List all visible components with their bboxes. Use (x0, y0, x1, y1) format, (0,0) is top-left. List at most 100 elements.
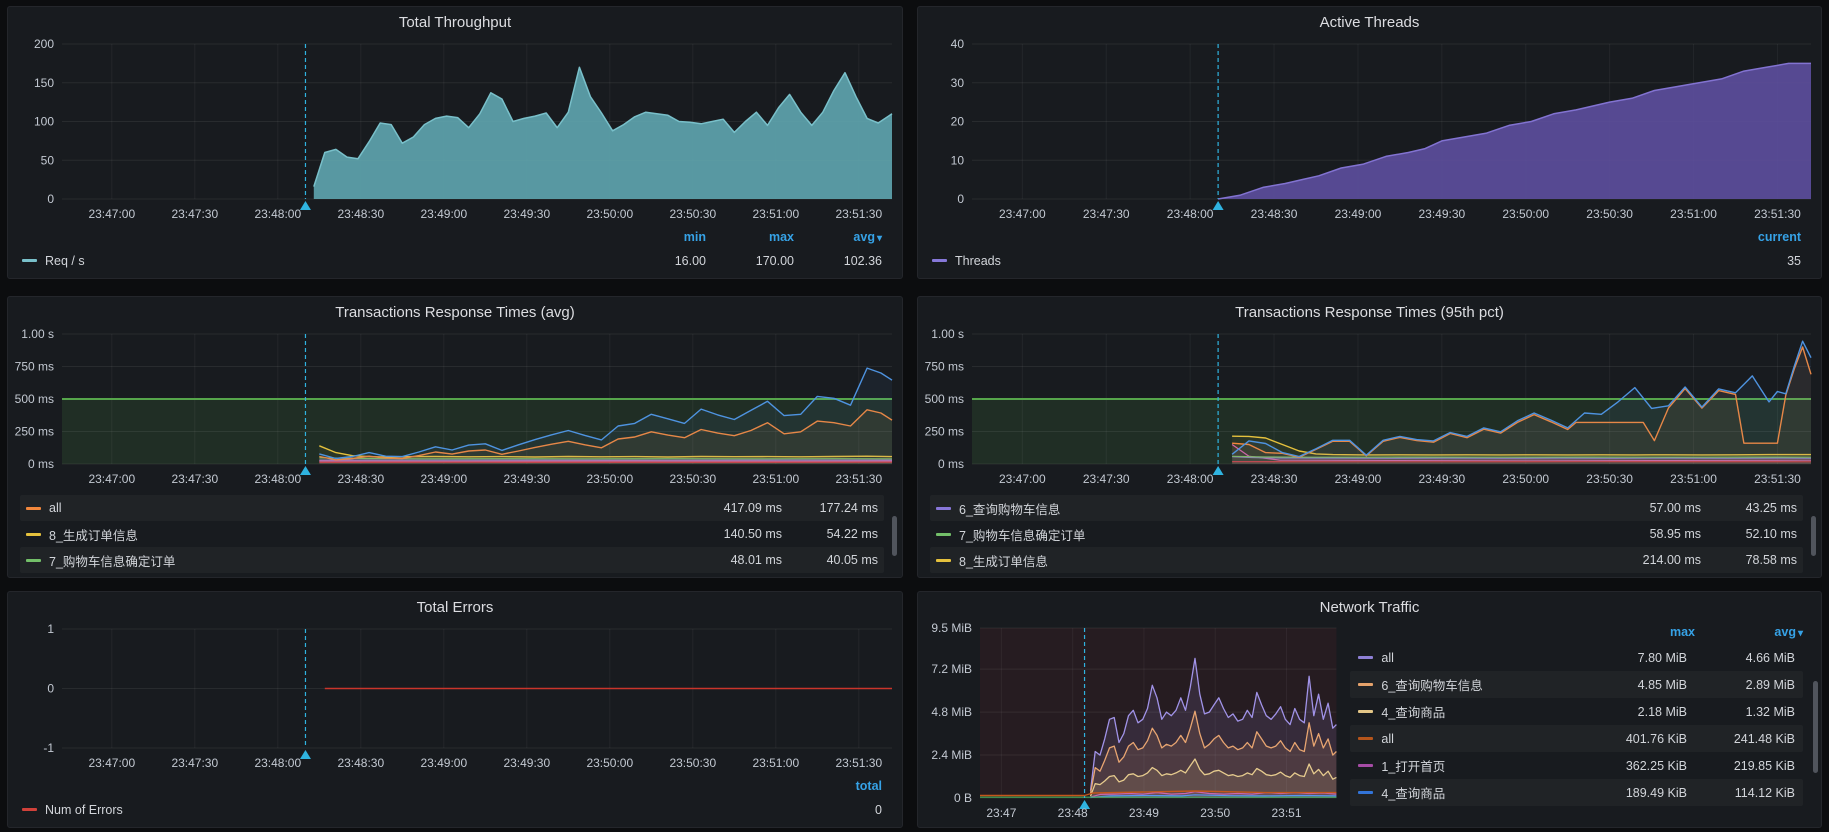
legend-item-label[interactable]: 4_查询商品 (1381, 702, 1445, 721)
x-axis-label: 23:51:30 (835, 472, 882, 486)
legend-item-label[interactable]: 6_查询购物车信息 (959, 499, 1060, 518)
panel-title[interactable]: Total Errors (8, 596, 902, 620)
active-threads-chart[interactable]: 01020304023:47:0023:47:3023:48:0023:48:3… (918, 35, 1821, 227)
y-axis-label: 0 (957, 192, 964, 206)
annotation-marker-icon[interactable] (300, 750, 311, 759)
legend-values: 2.18 MiB1.32 MiB (1579, 705, 1795, 719)
total-errors-chart[interactable]: -10123:47:0023:47:3023:48:0023:48:3023:4… (8, 620, 902, 776)
x-axis-label: 23:48:00 (254, 472, 301, 486)
legend-values: 401.76 KiB241.48 KiB (1579, 732, 1795, 746)
legend-value: 43.25 ms (1701, 501, 1797, 515)
legend-item-label[interactable]: 7_购物车信息确定订单 (49, 551, 175, 570)
x-axis-label: 23:51:30 (835, 207, 882, 221)
legend-value: 362.25 KiB (1579, 759, 1687, 773)
legend-item[interactable]: all 401.76 KiB241.48 KiB (1350, 725, 1803, 752)
legend-item-label[interactable]: 8_生成订单信息 (49, 525, 138, 544)
legend-item[interactable]: 4_查询商品189.49 KiB114.12 KiB (1350, 779, 1803, 806)
x-axis-label: 23:51:00 (752, 756, 799, 770)
annotation-marker-icon[interactable] (1213, 466, 1224, 475)
legend-value: 140.50 ms (686, 527, 782, 541)
annotation-marker-icon[interactable] (300, 201, 311, 210)
network-traffic-legend: maxavg▾all7.80 MiB4.66 MiB6_查询购物车信息4.85 … (1342, 620, 1821, 824)
legend-header-avg[interactable]: avg▾ (1695, 620, 1803, 644)
total-throughput-legend: minmaxavg▾Req / s16.00170.00102.36 (8, 227, 902, 275)
annotation-marker-icon[interactable] (1213, 201, 1224, 210)
legend-item-label[interactable]: all (1381, 732, 1394, 746)
legend-values: 58.95 ms52.10 ms (1605, 527, 1797, 541)
x-axis-label: 23:48:30 (1251, 472, 1298, 486)
legend-item[interactable]: all7.80 MiB4.66 MiB (1350, 644, 1803, 671)
legend-item[interactable]: Req / s16.00170.00102.36 (22, 248, 882, 273)
legend-item[interactable]: 8_生成订单信息214.00 ms78.58 ms (930, 547, 1803, 573)
legend-item[interactable]: 7_购物车信息确定订单 58.95 ms52.10 ms (930, 521, 1803, 547)
legend-item[interactable]: 6_查询购物车信息4.85 MiB2.89 MiB (1350, 671, 1803, 698)
legend-scrollbar[interactable] (1813, 681, 1818, 773)
panel-title[interactable]: Transactions Response Times (95th pct) (918, 301, 1821, 325)
legend-scrollbar[interactable] (1811, 516, 1816, 556)
x-axis-label: 23:48:00 (1167, 472, 1214, 486)
legend-item-label[interactable]: all (49, 501, 62, 515)
legend-item[interactable]: 8_生成订单信息140.50 ms54.22 ms (20, 521, 884, 547)
legend-header-current[interactable]: current (1713, 227, 1801, 248)
legend-header-max[interactable]: max (706, 227, 794, 248)
legend-item[interactable]: 6_查询购物车信息 57.00 ms43.25 ms (930, 495, 1803, 521)
legend-item[interactable]: 1_打开首页362.25 KiB219.85 KiB (1350, 752, 1803, 779)
y-axis-label: 30 (951, 76, 965, 90)
panel-title[interactable]: Transactions Response Times (avg) (8, 301, 902, 325)
legend-item-label[interactable]: 6_查询购物车信息 (1381, 675, 1482, 694)
legend-value: 241.48 KiB (1687, 732, 1795, 746)
x-axis-label: 23:48:30 (337, 756, 384, 770)
legend-values: 48.01 ms40.05 ms (686, 553, 878, 567)
panel-title[interactable]: Active Threads (918, 11, 1821, 35)
legend-item-label[interactable]: Num of Errors (45, 803, 123, 817)
x-axis-label: 23:50:30 (669, 756, 716, 770)
x-axis-label: 23:51:30 (835, 756, 882, 770)
legend-item-label[interactable]: 4_查询商品 (1381, 783, 1445, 802)
total-throughput-chart[interactable]: 05010015020023:47:0023:47:3023:48:0023:4… (8, 35, 902, 227)
x-axis-label: 23:49:30 (1418, 207, 1465, 221)
legend-item-label[interactable]: all (1381, 651, 1394, 665)
legend-header-avg[interactable]: avg▾ (794, 227, 882, 248)
x-axis-label: 23:47:30 (171, 756, 218, 770)
legend-headers: total (22, 776, 882, 797)
legend-header-max[interactable]: max (1587, 620, 1695, 644)
legend-item-label[interactable]: 1_打开首页 (1381, 756, 1445, 775)
legend-item-label[interactable]: Threads (955, 254, 1001, 268)
legend-value: 58.95 ms (1605, 527, 1701, 541)
series-dash-icon (1358, 737, 1373, 740)
legend-header-min[interactable]: min (618, 227, 706, 248)
y-axis-label: 0 (47, 682, 54, 696)
response-times-95th-chart[interactable]: 0 ms250 ms500 ms750 ms1.00 s23:47:0023:4… (918, 325, 1821, 492)
legend-item[interactable]: 4_查询商品 2.18 MiB1.32 MiB (1350, 698, 1803, 725)
legend-value: 57.00 ms (1605, 501, 1701, 515)
x-axis-label: 23:49:00 (1335, 472, 1382, 486)
legend-item[interactable]: Num of Errors0 (22, 797, 882, 822)
series-dash-icon (26, 507, 41, 510)
legend-item[interactable]: Threads35 (932, 248, 1801, 273)
x-axis-label: 23:50:00 (586, 756, 633, 770)
series-dash-icon (1358, 791, 1373, 794)
y-axis-label: 40 (951, 37, 965, 51)
panel-response-times-avg: Transactions Response Times (avg) 0 ms25… (7, 296, 903, 578)
panel-title[interactable]: Total Throughput (8, 11, 902, 35)
legend-item[interactable]: all417.09 ms177.24 ms (20, 495, 884, 521)
legend-value: 52.10 ms (1701, 527, 1797, 541)
x-axis-label: 23:48:00 (1167, 207, 1214, 221)
y-axis-label: 0 (47, 192, 54, 206)
response-times-avg-chart[interactable]: 0 ms250 ms500 ms750 ms1.00 s23:47:0023:4… (8, 325, 902, 492)
x-axis-label: 23:47:00 (88, 472, 135, 486)
legend-item-label[interactable]: 8_生成订单信息 (959, 551, 1048, 570)
legend-item-label[interactable]: 7_购物车信息确定订单 (959, 525, 1085, 544)
annotation-marker-icon[interactable] (300, 466, 311, 475)
legend-value: 7.80 MiB (1579, 651, 1687, 665)
legend-header-total[interactable]: total (794, 776, 882, 797)
legend-scrollbar[interactable] (892, 516, 897, 556)
network-traffic-chart[interactable]: 0 B2.4 MiB4.8 MiB7.2 MiB9.5 MiB23:4723:4… (918, 620, 1342, 824)
legend-headers: minmaxavg▾ (22, 227, 882, 248)
legend-item-label[interactable]: Req / s (45, 254, 85, 268)
legend-item[interactable]: 7_购物车信息确定订单 48.01 ms40.05 ms (20, 547, 884, 573)
y-axis-label: 2.4 MiB (931, 748, 972, 762)
x-axis-label: 23:47:30 (1083, 207, 1130, 221)
panel-title[interactable]: Network Traffic (918, 596, 1821, 620)
panel-response-times-95th: Transactions Response Times (95th pct) 0… (917, 296, 1822, 578)
